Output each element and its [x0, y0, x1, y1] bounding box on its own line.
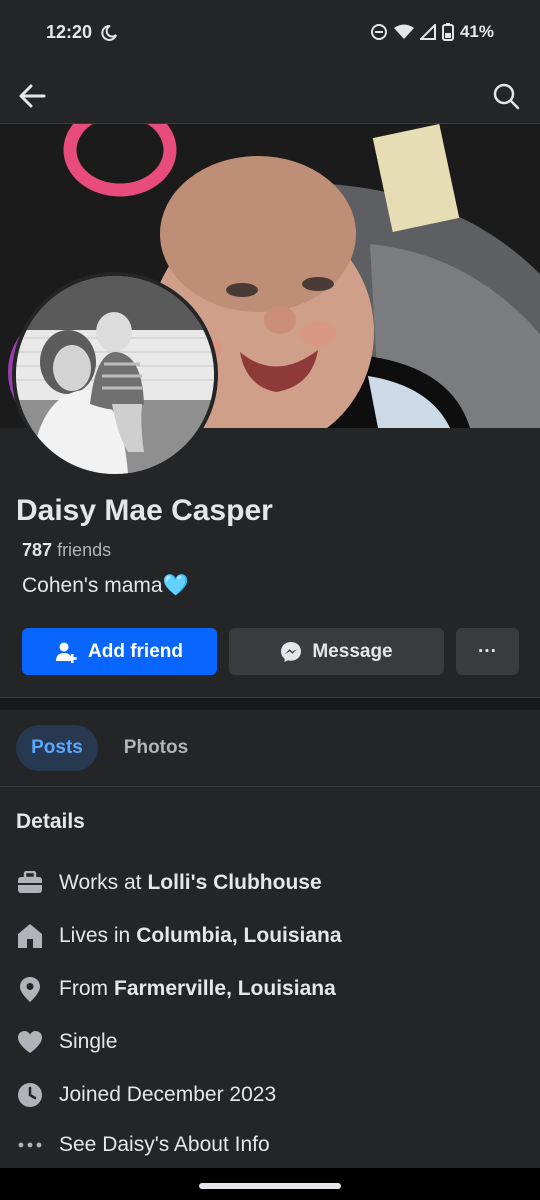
- from-prefix: From: [59, 977, 108, 1000]
- message-button[interactable]: Message: [229, 628, 444, 675]
- battery-icon: [441, 23, 454, 41]
- dnd-icon: [370, 24, 387, 40]
- cell-signal-icon: [419, 24, 436, 40]
- tab-posts[interactable]: Posts: [16, 725, 98, 771]
- avatar: [16, 276, 214, 474]
- wifi-icon: [393, 24, 414, 39]
- do-not-disturb-moon-icon: [101, 24, 117, 41]
- location-pin-icon: [16, 976, 43, 1003]
- tabs-divider: [0, 786, 540, 787]
- friends-count-link[interactable]: 787 friends: [22, 540, 111, 561]
- friends-count: 787: [22, 540, 53, 560]
- friends-label: friends: [57, 540, 112, 560]
- bio-text: Cohen's mama: [22, 574, 163, 597]
- message-label: Message: [312, 640, 393, 662]
- messenger-icon: [281, 641, 302, 662]
- heart-icon: [16, 1029, 43, 1056]
- see-about-info-link[interactable]: See Daisy's About Info: [16, 1128, 270, 1162]
- briefcase-icon: [16, 870, 43, 897]
- search-button[interactable]: [488, 78, 524, 114]
- status-time: 12:20: [46, 22, 93, 42]
- detail-from: From Farmerville, Louisiana: [16, 972, 336, 1006]
- work-place-link[interactable]: Lolli's Clubhouse: [147, 871, 321, 895]
- house-icon: [16, 923, 43, 950]
- lives-city-link[interactable]: Columbia, Louisiana: [136, 924, 341, 948]
- home-gesture-handle[interactable]: [199, 1183, 341, 1189]
- more-options-button[interactable]: ···: [456, 628, 519, 675]
- top-bar: [0, 66, 540, 124]
- detail-joined: Joined December 2023: [16, 1078, 276, 1112]
- back-button[interactable]: [14, 78, 50, 114]
- joined-date: Joined December 2023: [59, 1083, 277, 1106]
- add-friend-button[interactable]: Add friend: [22, 628, 217, 675]
- arrow-left-icon: [19, 84, 46, 108]
- system-navigation-bar: [0, 1168, 540, 1200]
- bio: Cohen's mama🩵: [22, 574, 189, 598]
- detail-relationship: Single: [16, 1025, 117, 1059]
- section-divider: [0, 697, 540, 710]
- detail-work: Works at Lolli's Clubhouse: [16, 866, 322, 900]
- work-prefix: Works at: [59, 871, 142, 894]
- avatar-image: [16, 276, 214, 474]
- profile-picture[interactable]: [12, 272, 218, 478]
- battery-percent: 41%: [459, 22, 494, 41]
- more-dots-icon: ···: [478, 640, 497, 662]
- status-icons: 41%: [370, 22, 494, 42]
- add-person-icon: [56, 642, 77, 663]
- from-city-link[interactable]: Farmerville, Louisiana: [114, 977, 336, 1001]
- clock-icon: [16, 1082, 43, 1109]
- lives-prefix: Lives in: [59, 924, 131, 947]
- dots-icon: [16, 1132, 43, 1159]
- details-heading: Details: [16, 810, 85, 833]
- search-icon: [493, 83, 520, 110]
- detail-lives: Lives in Columbia, Louisiana: [16, 919, 342, 953]
- add-friend-label: Add friend: [88, 640, 183, 662]
- light-blue-heart-emoji: 🩵: [162, 574, 189, 597]
- see-about-info-label: See Daisy's About Info: [59, 1133, 270, 1156]
- profile-name: Daisy Mae Casper: [16, 494, 273, 527]
- relationship-status: Single: [59, 1030, 118, 1053]
- status-bar: 12:20 41%: [0, 0, 540, 66]
- tab-photos[interactable]: Photos: [108, 725, 204, 771]
